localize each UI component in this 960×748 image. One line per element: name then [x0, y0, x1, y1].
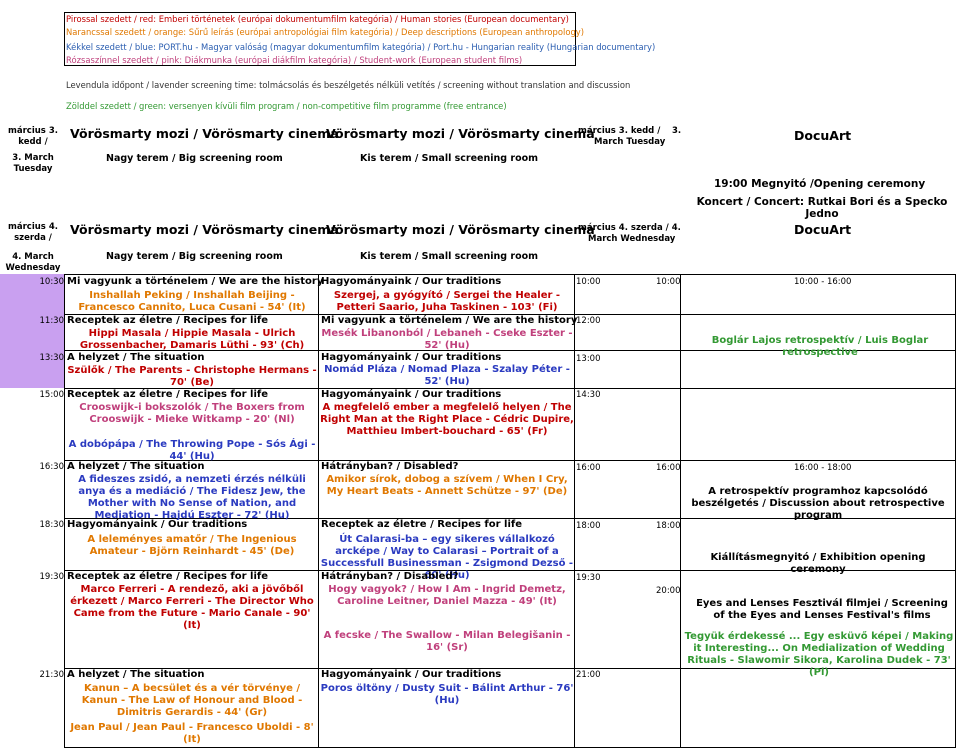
small-slot-1830: Receptek az életre / Recipes for life: [321, 519, 523, 530]
opening-ceremony: 19:00 Megnyitó /Opening ceremony: [714, 178, 926, 190]
day2-date-right-hu: március 4. szerda / 4.: [578, 223, 681, 233]
day1-date-right-hu: március 3. kedd /: [578, 126, 661, 136]
legend-red: Pirossal szedett / red: Emberi története…: [66, 14, 569, 24]
docuart-retrospective: Boglár Lajos retrospektív / Luis Boglar …: [711, 335, 929, 358]
time-label: 18:00: [576, 521, 601, 531]
time-label: 14:30: [576, 390, 601, 400]
day1-date-right-num: 3.: [672, 126, 682, 136]
docuart-wedding: Tegyük érdekessé ... Egy esküvő képei / …: [684, 631, 954, 678]
small-film-2130: Poros öltöny / Dusty Suit - Bálint Arthu…: [320, 683, 574, 706]
big-slot-1330: A helyzet / The situation: [67, 352, 205, 363]
time-label: 10:00: [576, 277, 601, 287]
grid-line: [574, 274, 575, 748]
grid-line: [64, 274, 956, 275]
time-label: 19:30: [39, 572, 65, 582]
day1-cinema-small: Vörösmarty mozi / Vörösmarty cinema: [326, 126, 595, 141]
time-label: 21:30: [39, 670, 65, 680]
legend-pink: Rózsaszínnel szedett / pink: Diákmunka (…: [66, 55, 523, 65]
big-film-1500b: A dobópápa / The Throwing Pope - Sós Ági…: [68, 439, 316, 462]
small-film-1930a: Hogy vagyok? / How I Am - Ingrid Demetz,…: [328, 584, 566, 607]
day1-docuart: DocuArt: [794, 128, 852, 143]
big-film-2130b: Jean Paul / Jean Paul - Francesco Uboldi…: [70, 722, 314, 745]
big-slot-1930: Receptek az életre / Recipes for life: [67, 571, 269, 582]
day1-date-right-en: March Tuesday: [594, 137, 666, 147]
big-slot-1130: Receptek az életre / Recipes for life: [67, 315, 269, 326]
small-slot-1130: Mi vagyunk a történelem / We are the his…: [321, 315, 578, 326]
time-label: 16:30: [39, 462, 65, 472]
big-slot-1030: Mi vagyunk a történelem / We are the his…: [67, 276, 324, 287]
small-slot-1930: Hátrányban? / Disabled?: [321, 571, 459, 582]
day1-room-small: Kis terem / Small screening room: [360, 153, 539, 164]
legend-lavender: Levendula időpont / lavender screening t…: [66, 80, 631, 90]
opening-concert: Koncert / Concert: Rutkai Bori és a Spec…: [696, 196, 948, 220]
big-film-1030: Inshallah Peking / Inshallah Beijing - F…: [78, 290, 306, 313]
grid-line: [318, 274, 319, 748]
small-film-1330: Nomád Pláza / Nomad Plaza - Szalay Péter…: [324, 364, 570, 387]
big-slot-1830: Hagyományaink / Our traditions: [67, 519, 248, 530]
small-film-1630: Amikor sírok, dobog a szívem / When I Cr…: [326, 474, 568, 497]
day2-cinema-small: Vörösmarty mozi / Vörösmarty cinema: [326, 222, 595, 237]
time-label: 10:00 - 16:00: [794, 277, 852, 287]
docuart-discussion: A retrospektív programhoz kapcsolódó bes…: [691, 486, 945, 521]
time-label: 21:00: [576, 670, 601, 680]
day1-date-hu: március 3. kedd /: [8, 126, 58, 147]
day2-date-en: 4. March Wednesday: [5, 252, 61, 273]
big-slot-1630: A helyzet / The situation: [67, 461, 205, 472]
docuart-exhibition: Kiállításmegnyitó / Exhibition opening c…: [710, 552, 926, 575]
legend-blue: Kékkel szedett / blue: PORT.hu - Magyar …: [66, 42, 656, 52]
lavender-block: [0, 274, 64, 388]
day2-room-small: Kis terem / Small screening room: [360, 251, 539, 262]
grid-line: [64, 274, 65, 748]
legend-green: Zölddel szedett / green: versenyen kívül…: [66, 101, 507, 111]
day2-cinema-big: Vörösmarty mozi / Vörösmarty cinema: [70, 222, 339, 237]
docuart-eyes-lenses: Eyes and Lenses Fesztivál filmjei / Scre…: [696, 598, 948, 621]
big-film-1930: Marco Ferreri - A rendező, aki a jövőből…: [70, 584, 314, 631]
time-label: 16:00: [576, 463, 601, 473]
day2-date-hu: március 4. szerda /: [8, 222, 58, 243]
day1-date-en: 3. March Tuesday: [12, 153, 54, 174]
big-film-1500a: Crooswijk-i bokszolók / The Boxers from …: [79, 402, 305, 425]
time-label: 19:30: [576, 573, 601, 583]
time-label: 18:30: [39, 520, 65, 530]
big-film-1130: Hippi Masala / Hippie Masala - Ulrich Gr…: [79, 328, 305, 351]
legend-orange: Narancssal szedett / orange: Sűrű leírás…: [66, 27, 584, 37]
small-slot-1500: Hagyományaink / Our traditions: [321, 389, 502, 400]
time-label: 16:00 - 18:00: [794, 463, 852, 473]
small-film-1030: Szergej, a gyógyító / Sergei the Healer …: [333, 290, 561, 313]
time-label: 13:30: [39, 353, 65, 363]
big-film-1630: A fideszes zsidó, a nemzeti érzés nélkül…: [78, 474, 306, 521]
day2-room-big: Nagy terem / Big screening room: [106, 251, 283, 262]
big-film-1830: A leleményes amatőr / The Ingenious Amat…: [87, 534, 297, 557]
day2-docuart: DocuArt: [794, 222, 852, 237]
small-slot-1330: Hagyományaink / Our traditions: [321, 352, 502, 363]
small-slot-2130: Hagyományaink / Our traditions: [321, 669, 502, 680]
big-film-2130a: Kanun – A becsület és a vér törvénye / K…: [81, 683, 303, 718]
small-film-1130: Mesék Libanonból / Lebaneh - Cseke Eszte…: [321, 328, 573, 351]
grid-line: [680, 274, 681, 748]
day1-cinema-big: Vörösmarty mozi / Vörösmarty cinema: [70, 126, 339, 141]
time-label: 18:00: [656, 521, 681, 531]
time-label: 15:00: [39, 390, 65, 400]
big-film-1330: Szülők / The Parents - Christophe Herman…: [67, 365, 317, 388]
time-label: 10:00: [656, 277, 681, 287]
time-label: 12:00: [576, 316, 601, 326]
time-label: 11:30: [39, 316, 65, 326]
time-label: 20:00: [656, 586, 681, 596]
small-film-1930b: A fecske / The Swallow - Milan Belegišan…: [323, 630, 571, 653]
small-slot-1630: Hátrányban? / Disabled?: [321, 461, 459, 472]
time-label: 16:00: [656, 463, 681, 473]
small-film-1500: A megfelelő ember a megfelelő helyen / T…: [320, 402, 574, 437]
small-slot-1030: Hagyományaink / Our traditions: [321, 276, 502, 287]
big-slot-1500: Receptek az életre / Recipes for life: [67, 389, 269, 400]
time-label: 10:30: [39, 277, 65, 287]
big-slot-2130: A helyzet / The situation: [67, 669, 205, 680]
day2-date-right-en: March Wednesday: [588, 234, 676, 244]
day1-room-big: Nagy terem / Big screening room: [106, 153, 283, 164]
time-label: 13:00: [576, 354, 601, 364]
